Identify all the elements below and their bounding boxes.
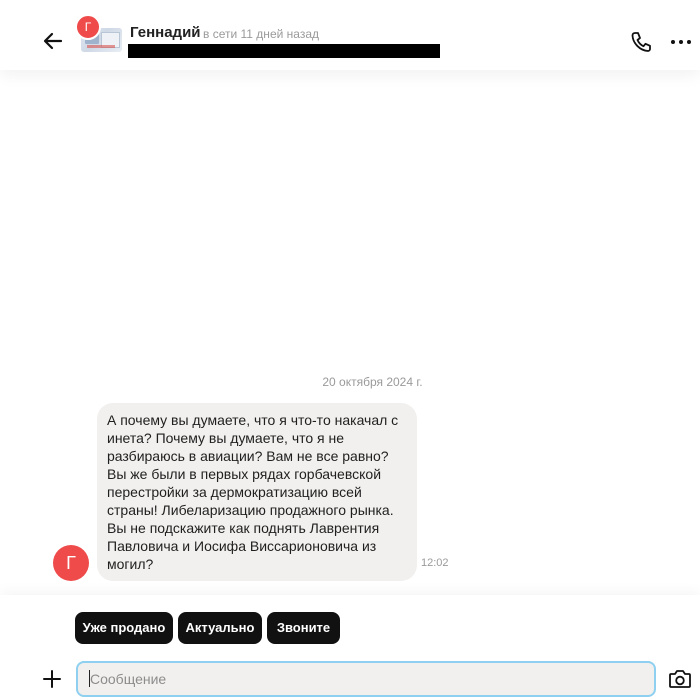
camera-icon [669, 670, 691, 688]
date-separator: 20 октября 2024 г. [322, 375, 423, 389]
more-options-button[interactable] [667, 29, 695, 55]
quick-reply-actual[interactable]: Актуально [178, 612, 262, 644]
more-dots-icon [671, 40, 691, 44]
attach-button[interactable] [41, 668, 63, 690]
chat-header: Г Геннадий в сети 11 дней назад [0, 0, 700, 70]
back-button[interactable] [40, 28, 66, 54]
contact-name[interactable]: Геннадий [130, 24, 201, 41]
arrow-left-icon [43, 32, 63, 50]
quick-reply-call[interactable]: Звоните [267, 612, 340, 644]
message-bubble: А почему вы думаете, что я что-то накача… [97, 403, 417, 581]
phone-icon [631, 32, 651, 52]
text-caret [89, 670, 90, 687]
quick-reply-sold[interactable]: Уже продано [75, 612, 173, 644]
message-avatar[interactable]: Г [53, 545, 89, 581]
online-status: в сети 11 дней назад [203, 27, 319, 41]
redacted-listing-title [128, 44, 440, 58]
camera-button[interactable] [668, 668, 692, 690]
contact-avatar[interactable]: Г [75, 14, 101, 40]
call-button[interactable] [628, 29, 654, 55]
message-input[interactable] [76, 661, 656, 697]
plus-icon [43, 670, 61, 688]
message-time: 12:02 [421, 557, 449, 569]
